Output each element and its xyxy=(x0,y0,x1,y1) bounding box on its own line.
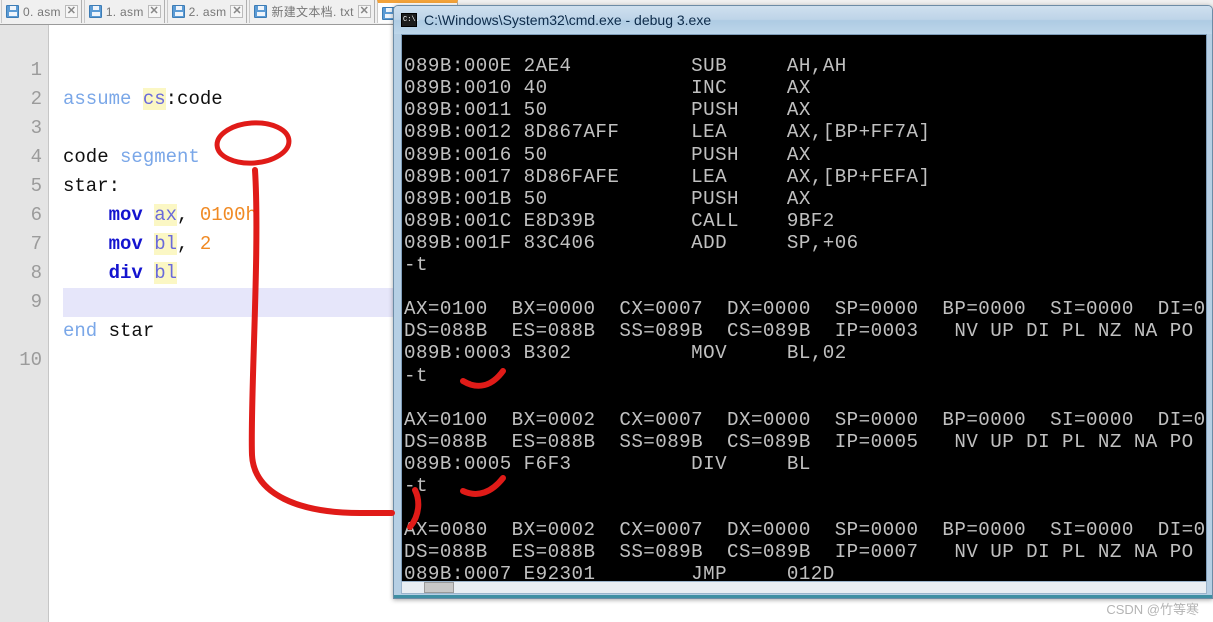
close-icon[interactable]: ✕ xyxy=(147,5,161,18)
code-line-1[interactable]: 1 assume cs:code xyxy=(0,27,410,110)
window-bottom-edge xyxy=(394,595,1212,598)
close-icon[interactable]: ✕ xyxy=(357,5,371,18)
cmd-title-bar[interactable]: C:\Windows\System32\cmd.exe - debug 3.ex… xyxy=(394,6,1212,34)
code-line-6[interactable]: 6 mov bl, 2 xyxy=(0,172,410,255)
scrollbar-thumb[interactable] xyxy=(424,582,454,593)
console-output-area[interactable]: 089B:000E 2AE4 SUB AH,AH 089B:0010 40 IN… xyxy=(401,34,1207,594)
console-horizontal-scrollbar[interactable] xyxy=(401,581,1207,594)
tab-0-asm[interactable]: 0. asm ✕ xyxy=(1,0,82,23)
tab-1-asm[interactable]: 1. asm ✕ xyxy=(83,0,165,23)
code-line-text: end star xyxy=(63,320,155,342)
tab-2-asm[interactable]: 2. asm ✕ xyxy=(166,0,248,23)
code-line-9[interactable]: 9 end star xyxy=(0,259,410,342)
current-line-highlight xyxy=(63,288,410,317)
code-line-3[interactable]: 3 code segment xyxy=(0,85,410,168)
close-icon[interactable]: ✕ xyxy=(64,5,78,18)
code-line-8[interactable]: 8 code ends xyxy=(0,230,410,313)
save-disk-icon xyxy=(171,5,185,18)
console-icon xyxy=(401,13,420,27)
tab-label: 2. asm xyxy=(188,4,227,19)
save-disk-icon xyxy=(254,5,268,18)
code-line-2[interactable]: 2 xyxy=(0,56,410,110)
cmd-window-title: C:\Windows\System32\cmd.exe - debug 3.ex… xyxy=(424,12,712,28)
tab-label: 0. asm xyxy=(23,4,61,19)
code-line-4[interactable]: 4 star: xyxy=(0,114,410,197)
tab-label: 新建文本档. txt xyxy=(271,5,354,19)
code-line-7[interactable]: 7 div bl xyxy=(0,201,410,284)
close-icon[interactable]: ✕ xyxy=(230,5,244,18)
console-text: 089B:000E 2AE4 SUB AH,AH 089B:0010 40 IN… xyxy=(404,55,1206,593)
cmd-console-window[interactable]: C:\Windows\System32\cmd.exe - debug 3.ex… xyxy=(393,5,1213,599)
save-disk-icon xyxy=(88,5,102,18)
line-number: 10 xyxy=(19,349,42,371)
code-line-10[interactable]: 10 xyxy=(0,288,410,371)
tab-label: 1. asm xyxy=(105,4,144,19)
code-line-5[interactable]: 5 mov ax, 0100h xyxy=(0,143,410,226)
tab-new-text-document-txt[interactable]: 新建文本档. txt ✕ xyxy=(249,0,375,23)
save-disk-icon xyxy=(6,5,19,18)
csdn-watermark: CSDN @竹等寒 xyxy=(1106,602,1199,617)
